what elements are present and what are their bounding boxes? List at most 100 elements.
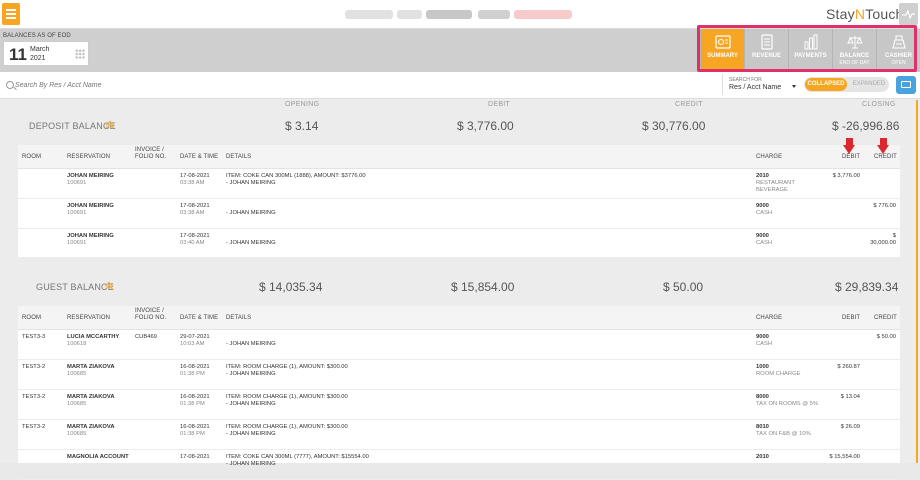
guest-closing: $ 29,839.34 — [835, 280, 899, 294]
col-debit: DEBIT — [488, 101, 511, 108]
scroll-indicator[interactable] — [916, 100, 918, 463]
summary-icon — [715, 35, 731, 49]
payments-icon — [804, 34, 818, 50]
deposit-debit: $ 3,776.00 — [457, 119, 514, 133]
chevron-down-icon — [792, 85, 796, 88]
charge-cell: 8000 TAX ON ROOMS @ 5% — [756, 394, 819, 407]
debit-cell: $ 15,554.00 — [829, 454, 860, 460]
charge-cell: 2010 RESTAURANT BEVERAGE — [756, 173, 795, 193]
datetime-cell: 16-08-2021 01:38 PM — [180, 394, 210, 407]
toggle-collapsed[interactable]: COLLAPSED — [805, 78, 847, 91]
datetime-cell: 17-08-2021 — [180, 454, 210, 460]
th-invoice: INVOICE / — [135, 308, 164, 314]
th-datetime: DATE & TIME — [180, 315, 219, 321]
search-input[interactable] — [15, 78, 715, 92]
charge-cell: 1000 ROOM CHARGE — [756, 364, 801, 377]
reservation-cell: LUCIA MCCARTHY 100618 — [67, 334, 120, 347]
deposit-table: ROOM RESERVATION INVOICE / FOLIO NO. DAT… — [18, 145, 900, 259]
activity-icon[interactable] — [899, 3, 918, 25]
invoice-cell: CUB469 — [135, 334, 157, 340]
tab-cashier[interactable]: CASHIER OPEN — [876, 29, 920, 72]
table-row[interactable]: TEST3-3 LUCIA MCCARTHY 100618 CUB469 29-0… — [18, 330, 900, 360]
date-picker[interactable]: 11 March 2021 — [3, 41, 89, 66]
blurred-header-info — [426, 10, 472, 19]
tab-label: CASHIER — [884, 53, 912, 59]
table-row[interactable]: JOHAN MEIRING 100691 17-08-2021 03:40 AM -… — [18, 229, 900, 259]
toggle-expanded[interactable]: EXPANDED — [849, 78, 889, 91]
debit-cell: $ 3,776.00 — [832, 173, 860, 179]
col-closing: CLOSING — [862, 101, 896, 108]
credit-cell: $ 776.00 — [873, 203, 896, 209]
th-credit: CREDIT — [874, 315, 897, 321]
guest-opening: $ 14,035.34 — [259, 280, 323, 294]
charge-cell: 9000 CASH — [756, 334, 773, 347]
cashier-icon — [892, 35, 906, 49]
reservation-cell: MARTA ZIAKOVA 100685 — [67, 364, 115, 377]
credit-cell: $30,000.00 — [870, 233, 896, 246]
tab-revenue[interactable]: REVENUE — [744, 29, 788, 72]
tab-payments[interactable]: PAYMENTS — [788, 29, 832, 72]
th-datetime: DATE & TIME — [180, 154, 219, 160]
reservation-cell: JOHAN MEIRING 100691 — [67, 203, 114, 216]
hamburger-menu-icon[interactable] — [2, 3, 20, 25]
datetime-cell: 16-08-2021 01:38 PM — [180, 364, 210, 377]
th-details: DETAILS — [226, 154, 252, 160]
table-row[interactable]: TEST3-2 MARTA ZIAKOVA 100685 16-08-2021 01… — [18, 390, 900, 420]
deposit-credit: $ 30,776.00 — [642, 119, 706, 133]
details-cell: ITEM: ROOM CHARGE (1), AMOUNT: $300.00- … — [226, 424, 348, 437]
top-bar: StayNTouch — [0, 0, 920, 29]
th-folio: FOLIO NO. — [135, 315, 167, 321]
tab-label: PAYMENTS — [794, 53, 827, 59]
search-for-value: Res / Acct Name — [729, 84, 782, 91]
datetime-cell: 16-08-2021 01:38 PM — [180, 424, 210, 437]
blurred-header-info — [514, 10, 572, 19]
blurred-header-info — [397, 10, 422, 19]
date-day: 11 — [9, 45, 27, 64]
table-header: ROOM RESERVATION INVOICE / FOLIO NO. DAT… — [18, 306, 900, 330]
guest-debit: $ 15,854.00 — [451, 280, 515, 294]
credit-cell: $ 50.00 — [876, 334, 896, 340]
balances-as-of-label: BALANCES AS OF EOD — [3, 33, 71, 39]
charge-cell: 9000 CASH — [756, 203, 773, 216]
printer-icon — [901, 81, 911, 88]
tab-sublabel: OPEN — [891, 60, 906, 66]
tab-label: BALANCE — [839, 53, 870, 59]
details-cell: ITEM: ROOM CHARGE (1), AMOUNT: $300.00- … — [226, 364, 348, 377]
table-row[interactable]: JOHAN MEIRING 100691 17-08-2021 03:38 AM I… — [18, 169, 900, 199]
annotation-arrow-icon — [877, 138, 890, 155]
th-reservation: RESERVATION — [67, 154, 111, 160]
reservation-cell: JOHAN MEIRING 100691 — [67, 233, 114, 246]
search-for-label: SEARCH FOR — [729, 77, 762, 83]
th-reservation: RESERVATION — [67, 315, 111, 321]
collapse-chevron-icon[interactable] — [106, 283, 112, 289]
th-invoice: INVOICE / — [135, 147, 164, 153]
blurred-header-info — [345, 10, 393, 19]
table-header: ROOM RESERVATION INVOICE / FOLIO NO. DAT… — [18, 145, 900, 169]
table-row[interactable]: MAGNOLIA ACCOUNT 17-08-2021 ITEM: COKE C… — [18, 450, 900, 480]
brand-logo: StayNTouch — [826, 6, 904, 22]
tab-summary[interactable]: SUMMARY — [700, 29, 744, 72]
revenue-icon — [761, 34, 773, 50]
room-cell: TEST3-2 — [22, 424, 46, 430]
guest-table: ROOM RESERVATION INVOICE / FOLIO NO. DAT… — [18, 306, 900, 480]
room-cell: TEST3-3 — [22, 334, 46, 340]
datetime-cell: 17-08-2021 03:38 AM — [180, 173, 210, 186]
details-cell: ITEM: ROOM CHARGE (1), AMOUNT: $300.00- … — [226, 394, 348, 407]
collapse-chevron-icon[interactable] — [107, 122, 113, 128]
table-row[interactable]: TEST3-2 MARTA ZIAKOVA 100685 16-08-2021 01… — [18, 360, 900, 390]
deposit-opening: $ 3.14 — [285, 119, 319, 133]
search-for-select[interactable]: SEARCH FOR Res / Acct Name — [722, 74, 801, 95]
annotation-arrow-icon — [843, 138, 856, 155]
th-room: ROOM — [22, 154, 42, 160]
calendar-grid-icon — [75, 49, 85, 59]
th-folio: FOLIO NO. — [135, 154, 167, 160]
details-cell: - JOHAN MEIRING — [226, 210, 276, 216]
tab-balance[interactable]: BALANCE END OF DAY — [832, 29, 876, 72]
table-row[interactable]: JOHAN MEIRING 100691 17-08-2021 03:38 AM -… — [18, 199, 900, 229]
details-cell: ITEM: COKE CAN 300ML (7777), AMOUNT: $15… — [226, 454, 369, 467]
details-cell: - JOHAN MEIRING — [226, 341, 276, 347]
table-row[interactable]: TEST3-2 MARTA ZIAKOVA 100685 16-08-2021 01… — [18, 420, 900, 450]
collapse-toggle[interactable]: COLLAPSED EXPANDED — [804, 77, 889, 92]
print-button[interactable] — [896, 76, 916, 94]
charge-cell: 9000 CASH — [756, 233, 773, 246]
